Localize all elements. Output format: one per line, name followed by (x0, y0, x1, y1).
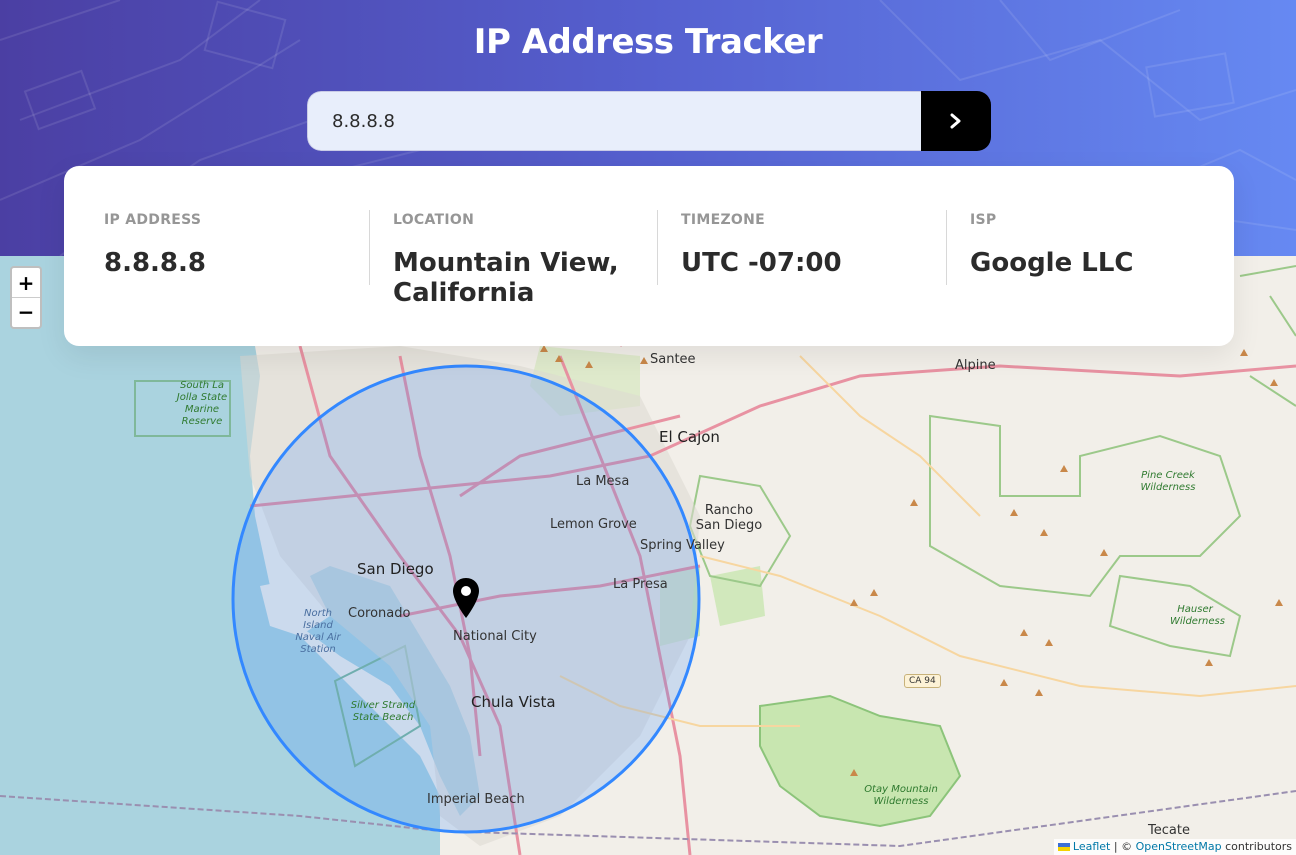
info-location-value: Mountain View, California (393, 248, 619, 308)
info-isp-value: Google LLC (970, 248, 1134, 278)
info-timezone-value: UTC -07:00 (681, 248, 842, 278)
ip-search-input[interactable] (307, 91, 921, 151)
info-timezone: TIMEZONE UTC -07:00 (681, 212, 931, 278)
map-label-national-city: National City (453, 629, 537, 644)
map-label-el-cajon: El Cajon (659, 428, 720, 446)
info-timezone-label: TIMEZONE (681, 212, 765, 228)
info-location: LOCATION Mountain View, California (393, 212, 643, 308)
map-label-silver-strand: Silver Strand State Beach (350, 700, 416, 723)
map-label-la-mesa: La Mesa (576, 474, 630, 489)
map-label-spring-valley: Spring Valley (640, 538, 725, 553)
map-label-ca94: CA 94 (904, 674, 941, 688)
map-label-coronado: Coronado (348, 606, 411, 621)
info-ip: IP ADDRESS 8.8.8.8 (104, 212, 354, 278)
map-label-pine-creek: Pine Creek Wilderness (1140, 470, 1196, 493)
info-isp-label: ISP (970, 212, 997, 228)
info-divider (369, 210, 370, 285)
page-title: IP Address Tracker (473, 22, 823, 62)
info-location-label: LOCATION (393, 212, 475, 228)
ukraine-flag-icon (1057, 843, 1070, 851)
map-label-alpine: Alpine (955, 358, 996, 373)
openstreetmap-link[interactable]: OpenStreetMap (1136, 840, 1222, 853)
map-label-north-island: North Island Naval Air Station (295, 608, 341, 655)
zoom-control: + − (10, 266, 42, 329)
map-label-chula-vista: Chula Vista (471, 693, 556, 711)
zoom-out-button[interactable]: − (12, 297, 40, 326)
chevron-right-icon (950, 113, 961, 129)
info-divider (946, 210, 947, 285)
map-label-south-la-jolla: South La Jolla State Marine Reserve (176, 380, 228, 427)
map-label-santee: Santee (650, 352, 696, 367)
location-marker-icon[interactable] (451, 577, 481, 619)
attribution-separator: | © (1110, 840, 1136, 853)
info-ip-value: 8.8.8.8 (104, 248, 206, 278)
attribution-contributors: contributors (1221, 840, 1292, 853)
map-attribution: Leaflet | © OpenStreetMap contributors (1053, 839, 1296, 855)
map-label-otay-mountain: Otay Mountain Wilderness (864, 784, 938, 807)
search-submit-button[interactable] (921, 91, 991, 151)
info-isp: ISP Google LLC (970, 212, 1220, 278)
map-label-la-presa: La Presa (613, 577, 668, 592)
map-label-san-diego: San Diego (357, 560, 434, 578)
ip-search-form (307, 91, 991, 151)
map-label-tecate: Tecate (1148, 823, 1190, 838)
map-label-hauser: Hauser Wilderness (1170, 604, 1225, 627)
leaflet-link[interactable]: Leaflet (1073, 840, 1110, 853)
map-label-rancho-san-diego: Rancho San Diego (695, 503, 763, 533)
ip-info-card: IP ADDRESS 8.8.8.8 LOCATION Mountain Vie… (64, 166, 1234, 346)
info-ip-label: IP ADDRESS (104, 212, 202, 228)
map-label-imperial-beach: Imperial Beach (427, 792, 525, 807)
info-divider (657, 210, 658, 285)
map-label-lemon-grove: Lemon Grove (550, 517, 637, 532)
zoom-in-button[interactable]: + (12, 268, 40, 297)
